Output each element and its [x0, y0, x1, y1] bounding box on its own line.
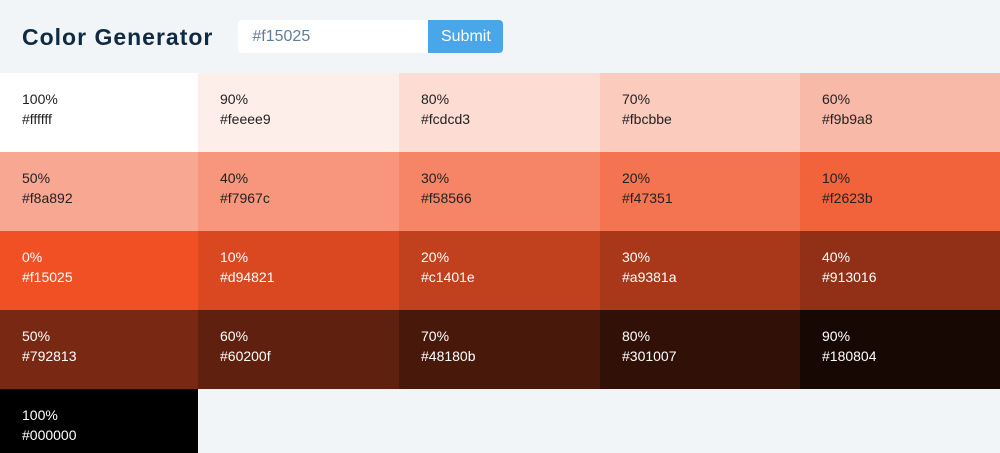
swatch-weight: 20%	[622, 170, 651, 186]
swatch-hex: #fcdcd3	[421, 111, 471, 127]
swatch-hex: #c1401e	[421, 269, 475, 285]
swatch-hex: #a9381a	[622, 269, 677, 285]
color-swatch[interactable]: 30% #a9381a	[600, 231, 800, 310]
header: Color Generator Submit	[0, 0, 1000, 73]
swatch-weight: 80%	[421, 91, 450, 107]
color-swatch[interactable]: 50% #f8a892	[0, 152, 198, 231]
swatch-hex: #d94821	[220, 269, 275, 285]
swatch-weight: 20%	[421, 249, 450, 265]
color-swatch[interactable]: 60% #f9b9a8	[800, 73, 1000, 152]
color-form: Submit	[238, 20, 504, 53]
color-input[interactable]	[238, 20, 429, 53]
swatch-weight: 30%	[421, 170, 450, 186]
swatch-hex: #f8a892	[22, 190, 73, 206]
swatch-hex: #60200f	[220, 348, 271, 364]
color-swatch[interactable]: 90% #feeee9	[198, 73, 399, 152]
swatch-hex: #feeee9	[220, 111, 271, 127]
swatch-weight: 50%	[22, 170, 51, 186]
swatch-weight: 0%	[22, 249, 43, 265]
color-swatch[interactable]: 80% #fcdcd3	[399, 73, 600, 152]
swatch-weight: 30%	[622, 249, 651, 265]
color-swatch[interactable]: 70% #48180b	[399, 310, 600, 389]
color-swatch[interactable]: 30% #f58566	[399, 152, 600, 231]
color-swatch[interactable]: 80% #301007	[600, 310, 800, 389]
swatch-weight: 60%	[822, 91, 851, 107]
color-swatch[interactable]: 100% #ffffff	[0, 73, 198, 152]
swatch-weight: 10%	[220, 249, 249, 265]
swatch-weight: 70%	[622, 91, 651, 107]
swatch-hex: #913016	[822, 269, 877, 285]
page-title: Color Generator	[22, 24, 214, 50]
swatch-hex: #fbcbbe	[622, 111, 672, 127]
swatch-weight: 40%	[822, 249, 851, 265]
color-swatch[interactable]: 70% #fbcbbe	[600, 73, 800, 152]
swatch-weight: 90%	[220, 91, 249, 107]
submit-button[interactable]: Submit	[428, 20, 504, 53]
swatch-hex: #f7967c	[220, 190, 270, 206]
swatch-hex: #48180b	[421, 348, 476, 364]
swatch-hex: #792813	[22, 348, 77, 364]
color-swatch[interactable]: 60% #60200f	[198, 310, 399, 389]
color-swatch[interactable]: 40% #f7967c	[198, 152, 399, 231]
swatch-weight: 100%	[22, 91, 58, 107]
swatch-weight: 60%	[220, 328, 249, 344]
color-swatch[interactable]: 20% #c1401e	[399, 231, 600, 310]
color-swatch[interactable]: 90% #180804	[800, 310, 1000, 389]
swatch-hex: #180804	[822, 348, 877, 364]
color-swatch[interactable]: 10% #f2623b	[800, 152, 1000, 231]
swatch-hex: #000000	[22, 427, 77, 443]
color-swatch[interactable]: 40% #913016	[800, 231, 1000, 310]
swatch-weight: 50%	[22, 328, 51, 344]
swatch-hex: #f15025	[22, 269, 73, 285]
color-swatch[interactable]: 20% #f47351	[600, 152, 800, 231]
swatch-hex: #ffffff	[22, 111, 52, 127]
swatch-hex: #f9b9a8	[822, 111, 873, 127]
swatch-hex: #f2623b	[822, 190, 873, 206]
swatch-weight: 100%	[22, 407, 58, 423]
swatch-hex: #f47351	[622, 190, 673, 206]
swatch-weight: 40%	[220, 170, 249, 186]
swatch-weight: 80%	[622, 328, 651, 344]
swatch-weight: 70%	[421, 328, 450, 344]
swatch-hex: #f58566	[421, 190, 472, 206]
color-swatch[interactable]: 10% #d94821	[198, 231, 399, 310]
swatch-weight: 90%	[822, 328, 851, 344]
color-swatch[interactable]: 50% #792813	[0, 310, 198, 389]
color-swatch[interactable]: 0% #f15025	[0, 231, 198, 310]
swatch-hex: #301007	[622, 348, 677, 364]
swatch-weight: 10%	[822, 170, 851, 186]
color-swatch[interactable]: 100% #000000	[0, 389, 198, 453]
colors-grid: 100% #ffffff 90% #feeee9 80% #fcdcd3 70% #fbcbb…	[0, 73, 1000, 453]
